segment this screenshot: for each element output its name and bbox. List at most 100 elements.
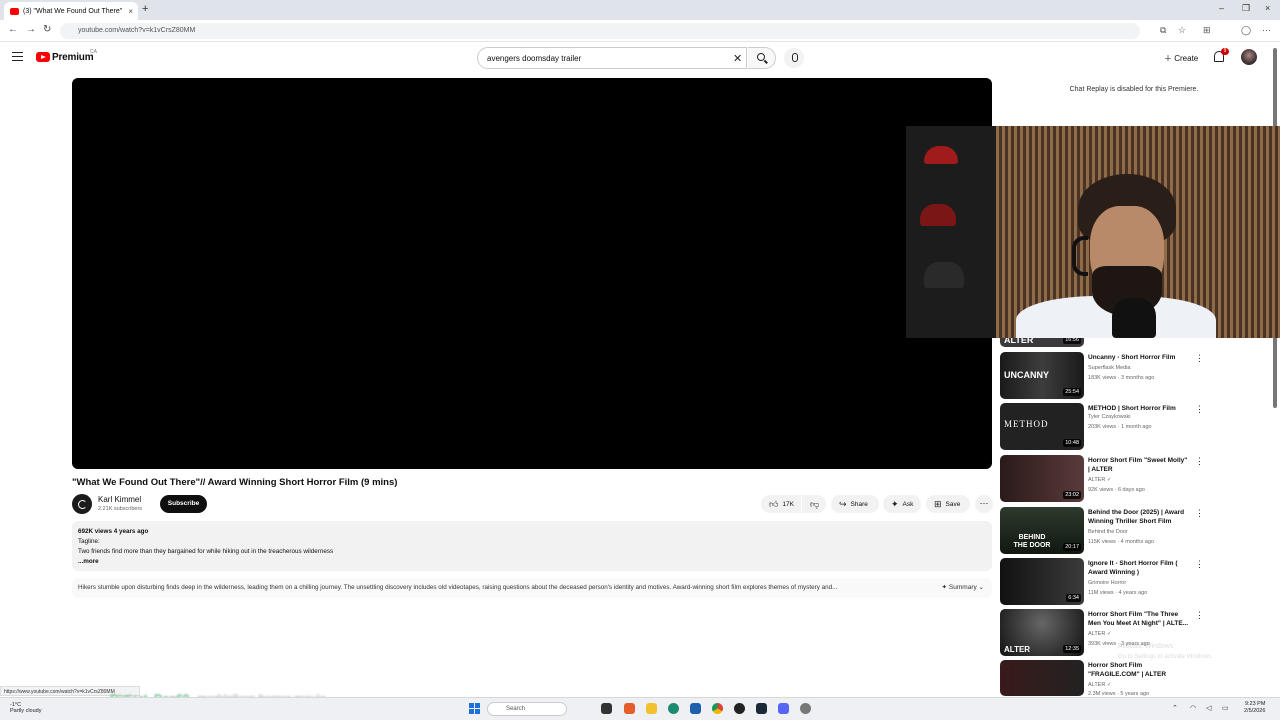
rec-thumbnail[interactable]: BEHIND THE DOOR 20:17 [1000,507,1084,554]
more-options-icon[interactable]: ⋮ [1195,456,1204,467]
search-button[interactable] [748,47,776,69]
rec-channel[interactable]: ALTER ✓ [1088,477,1111,483]
extensions-icon[interactable]: ⊞ [1203,25,1211,36]
share-button[interactable]: ↪ Share [831,495,879,513]
rec-title[interactable]: Uncanny - Short Horror Film [1088,353,1190,362]
maximize-button[interactable]: ❐ [1242,3,1250,14]
dislike-button[interactable]: 👎︎ [802,495,826,513]
weather-desc: Partly cloudy [10,708,42,714]
new-tab-button[interactable]: + [142,3,148,15]
rec-channel[interactable]: ALTER ✓ [1088,682,1111,688]
rec-title[interactable]: METHOD | Short Horror Film [1088,404,1190,413]
voice-search-icon[interactable] [784,48,804,68]
more-options-icon[interactable]: ⋮ [1195,559,1204,570]
rec-title[interactable]: Ignore It - Short Horror Film ( Award Wi… [1088,559,1190,577]
channel-avatar[interactable] [72,494,92,514]
obs-icon[interactable] [734,703,745,714]
rec-channel[interactable]: Grimoire Horror [1088,580,1126,586]
settings-icon[interactable] [800,703,811,714]
browser-address-bar: ← → ↻ youtube.com/watch?v=k1vCrsZ80MM ⧉ … [0,20,1280,42]
install-icon[interactable]: ⧉ [1160,25,1166,36]
chevron-down-icon: ⌄ [978,584,984,591]
rec-thumbnail[interactable]: 23:02 [1000,455,1084,502]
rec-title[interactable]: Horror Short Film "FRAGILE.COM" | ALTER [1088,661,1190,679]
rec-channel[interactable]: Tyler Czaykowski [1088,414,1130,420]
country-code: CA [90,49,97,55]
steam-icon[interactable] [756,703,767,714]
more-actions-button[interactable]: ⋯ [975,495,993,513]
subscribe-button[interactable]: Subscribe [160,495,207,513]
browser-menu-icon[interactable]: ⋯ [1262,25,1271,36]
rec-channel[interactable]: Behind the Door [1088,529,1128,535]
clear-search-icon[interactable]: ✕ [733,52,742,65]
wifi-icon[interactable]: ◠ [1190,704,1196,712]
rec-title[interactable]: Horror Short Film "The Three Men You Mee… [1088,610,1190,628]
close-window-button[interactable]: × [1265,3,1270,13]
battery-icon[interactable]: ▭ [1222,704,1229,712]
thumbs-up-icon: 👍︎ [769,498,779,509]
rec-thumbnail[interactable]: METHOD 10:48 [1000,403,1084,450]
forward-icon[interactable]: → [26,24,36,35]
volume-icon[interactable]: ◁ [1206,704,1211,712]
rec-title[interactable]: Behind the Door (2025) | Award Winning T… [1088,508,1190,526]
url-field[interactable]: youtube.com/watch?v=k1vCrsZ80MM [60,23,1140,39]
thumb-text: UNCANNY [1004,370,1049,380]
chrome-icon[interactable] [712,703,723,714]
back-icon[interactable]: ← [8,24,18,35]
menu-icon[interactable] [12,52,23,61]
show-more-link[interactable]: ...more [78,557,986,567]
more-options-icon[interactable]: ⋮ [1195,404,1204,415]
bookmark-star-icon[interactable]: ☆ [1178,25,1186,36]
headphones-icon [1072,236,1088,276]
task-view-icon[interactable] [601,703,612,714]
summary-text: Hikers stumble upon disturbing finds dee… [78,584,838,591]
video-player[interactable] [72,78,992,469]
more-options-icon[interactable]: ⋮ [1195,508,1204,519]
rec-title[interactable]: Horror Short Film "Sweet Molly" | ALTER [1088,456,1190,474]
file-explorer-icon[interactable] [646,703,657,714]
tab-close-icon[interactable]: × [128,7,133,16]
rec-thumbnail[interactable]: UNCANNY 25:54 [1000,352,1084,399]
tab-title: (3) "What We Found Out There" [23,7,123,15]
minimize-button[interactable]: – [1219,3,1224,13]
edge-icon[interactable] [668,703,679,714]
create-button[interactable]: ＋ Create [1158,50,1204,67]
store-icon[interactable] [690,703,701,714]
browser-tab[interactable]: (3) "What We Found Out There" × [4,2,138,20]
ai-summary-bar[interactable]: Hikers stumble upon disturbing finds dee… [72,578,992,598]
ask-button[interactable]: ✦ Ask [883,495,921,513]
more-options-icon[interactable]: ⋮ [1195,353,1204,364]
app-icon[interactable] [624,703,635,714]
discord-icon[interactable] [778,703,789,714]
taskbar-search[interactable]: Search [487,702,567,716]
activate-windows-hint: Go to Settings to activate Windows. [1118,654,1213,660]
brand-label[interactable]: Premium [52,52,94,63]
thumbs-down-icon: 👎︎ [810,498,820,509]
share-icon: ↪ [839,498,847,509]
sparkle-icon: ✦ [891,498,899,509]
youtube-logo-icon[interactable] [36,52,50,62]
rec-thumbnail[interactable]: ALTER 12:35 [1000,609,1084,656]
summary-toggle[interactable]: ✦ Summary ⌄ [942,583,984,591]
system-clock[interactable]: 9:23 PM 2/5/2026 [1244,701,1265,715]
search-input[interactable]: avengers doomsday trailer [477,47,747,69]
rec-views: 183K views · 3 months ago [1088,375,1155,381]
like-button[interactable]: 👍︎ 17K [761,495,801,513]
more-options-icon[interactable]: ⋮ [1195,610,1204,621]
save-button[interactable]: ⊞ Save [926,495,970,513]
windows-start-icon[interactable] [469,703,480,714]
reload-icon[interactable]: ↻ [43,24,51,35]
weather-widget[interactable]: -1°C Partly cloudy [10,702,42,714]
account-avatar[interactable] [1241,49,1257,65]
youtube-favicon-icon [10,7,19,15]
rec-channel[interactable]: Superflask Media [1088,365,1131,371]
rec-thumbnail[interactable] [1000,660,1084,696]
profile-icon[interactable]: ◯ [1241,25,1251,36]
rec-thumbnail[interactable]: 6:34 [1000,558,1084,605]
cam-hat [920,204,956,226]
rec-channel[interactable]: ALTER ✓ [1088,631,1111,637]
tray-chevron-icon[interactable]: ⌃ [1172,704,1178,712]
youtube-header: Premium CA avengers doomsday trailer ✕ ＋… [0,44,1280,72]
description-box[interactable]: 692K views 4 years ago Tagline: Two frie… [72,521,992,571]
channel-name[interactable]: Karl Kimmel [98,495,141,504]
